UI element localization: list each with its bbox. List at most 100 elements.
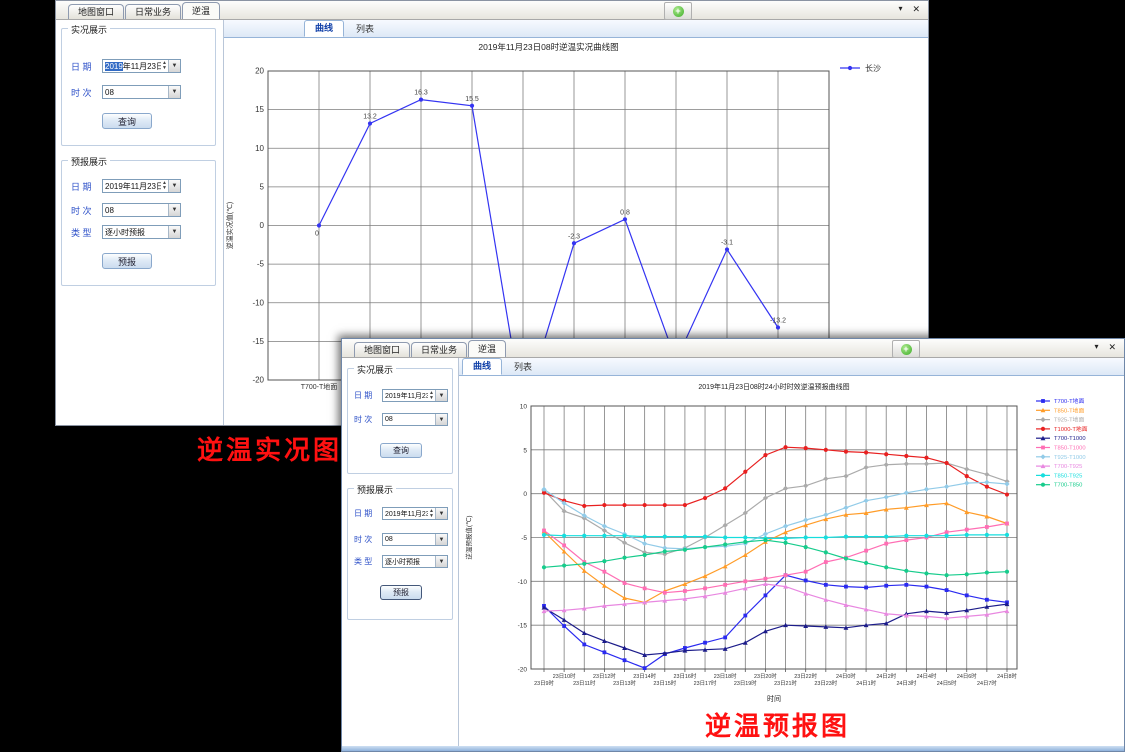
svg-text:16.3: 16.3 — [414, 90, 428, 97]
forecast-chart-area: -20-15-10-5051023日9时23日10时23日11时23日12时23… — [459, 376, 1124, 751]
forecast-button[interactable]: 预报 — [102, 253, 152, 269]
svg-text:23日10时: 23日10时 — [553, 672, 576, 680]
window1-tab-1[interactable]: 地图窗口 — [68, 4, 124, 19]
window2-tabstrip: 地图窗口日常业务逆温 + ▾ ✕ — [342, 339, 1124, 358]
date-label: 日 期 — [71, 60, 102, 73]
svg-text:-5: -5 — [521, 535, 527, 542]
live-display-group: 实况展示 日 期 2019年11月23日 ▲▼ ▼ 时 次 08 ▼ — [347, 368, 453, 474]
plus-icon: + — [901, 344, 912, 355]
svg-text:时间: 时间 — [767, 694, 781, 703]
svg-text:24日1时: 24日1时 — [856, 679, 876, 687]
svg-text:23日16时: 23日16时 — [674, 672, 697, 680]
forecast-date-field[interactable]: 2019年11月23日 ▲▼ ▼ — [382, 507, 448, 520]
svg-text:-10: -10 — [252, 298, 264, 307]
svg-text:23日11时: 23日11时 — [573, 679, 596, 687]
chevron-down-icon[interactable]: ▼ — [435, 534, 447, 545]
forecast-button[interactable]: 预报 — [380, 585, 422, 600]
svg-text:0.8: 0.8 — [620, 209, 630, 216]
window2-viewtab-2[interactable]: 列表 — [504, 360, 542, 375]
window2-viewtab-1[interactable]: 曲线 — [462, 358, 502, 375]
spinner-icon[interactable]: ▲▼ — [428, 509, 435, 519]
window1-sidebar: 实况展示 日 期 2019年11月23日 ▲▼ ▼ 时 次 08 ▼ — [56, 20, 224, 425]
svg-text:T700-T925: T700-T925 — [1054, 464, 1082, 470]
svg-text:20: 20 — [255, 67, 264, 76]
svg-text:T700-T1000: T700-T1000 — [1054, 436, 1086, 442]
svg-text:23日23时: 23日23时 — [814, 679, 837, 687]
collapse-icon[interactable]: ▾ — [898, 4, 902, 15]
svg-text:24日5时: 24日5时 — [937, 679, 957, 687]
window2-tab-3[interactable]: 逆温 — [468, 340, 506, 357]
forecast-date-field[interactable]: 2019年11月23日 ▲▼ ▼ — [102, 179, 181, 193]
desktop-background: 地图窗口日常业务逆温 + ▾ ✕ 实况展示 日 期 2019年11月23日 ▲▼ — [0, 0, 1125, 752]
forecast-time-dropdown[interactable]: 08 ▼ — [382, 533, 448, 546]
add-tab-button[interactable]: + — [892, 340, 920, 358]
date-value: 2019年11月23日 — [103, 61, 161, 72]
svg-text:-10: -10 — [518, 579, 528, 586]
window1-tabs: 地图窗口日常业务逆温 — [68, 2, 221, 19]
window2-view-tabs: 曲线列表 — [459, 358, 1124, 376]
svg-text:0: 0 — [523, 491, 527, 498]
collapse-icon[interactable]: ▾ — [1094, 342, 1098, 353]
type-label: 类 型 — [71, 226, 102, 239]
svg-text:24日8时: 24日8时 — [997, 672, 1017, 680]
svg-text:-15: -15 — [252, 337, 264, 346]
chevron-down-icon[interactable]: ▼ — [435, 556, 447, 567]
chevron-down-icon[interactable]: ▼ — [168, 180, 180, 192]
add-tab-button[interactable]: + — [664, 2, 692, 20]
query-button[interactable]: 查询 — [102, 113, 152, 129]
svg-text:T1000-T地面: T1000-T地面 — [1054, 425, 1088, 433]
svg-text:T925-T地面: T925-T地面 — [1054, 416, 1084, 424]
svg-text:23日12时: 23日12时 — [593, 672, 616, 680]
forecast-type-dropdown[interactable]: 逐小时预报 ▼ — [382, 555, 448, 568]
forecast-display-group: 预报展示 日 期 2019年11月23日 ▲▼ ▼ 时 次 08 ▼ — [61, 160, 216, 286]
close-icon[interactable]: ✕ — [1108, 342, 1116, 353]
svg-text:T850-T925: T850-T925 — [1054, 473, 1082, 479]
svg-text:23日14时: 23日14时 — [633, 672, 656, 680]
chevron-down-icon[interactable]: ▼ — [435, 390, 447, 401]
live-time-dropdown[interactable]: 08 ▼ — [382, 413, 448, 426]
svg-text:10: 10 — [520, 404, 528, 411]
svg-text:23日17时: 23日17时 — [694, 679, 717, 687]
window2-sidebar: 实况展示 日 期 2019年11月23日 ▲▼ ▼ 时 次 08 ▼ — [342, 358, 459, 751]
time-label: 时 次 — [354, 534, 382, 545]
window1-viewtab-1[interactable]: 曲线 — [304, 20, 344, 37]
svg-text:-13.2: -13.2 — [770, 317, 786, 324]
query-button[interactable]: 查询 — [380, 443, 422, 458]
close-icon[interactable]: ✕ — [912, 4, 920, 15]
window1-tab-3[interactable]: 逆温 — [182, 2, 220, 19]
forecast-type-dropdown[interactable]: 逐小时预报 ▼ — [102, 225, 181, 239]
window1-view-tabs: 曲线列表 — [224, 20, 928, 38]
chevron-down-icon[interactable]: ▼ — [435, 414, 447, 425]
forecast-time-dropdown[interactable]: 08 ▼ — [102, 203, 181, 217]
svg-text:逆温预报值(℃): 逆温预报值(℃) — [464, 515, 473, 559]
window1-tabstrip: 地图窗口日常业务逆温 + ▾ ✕ — [56, 1, 928, 20]
spinner-icon[interactable]: ▲▼ — [161, 61, 168, 71]
svg-text:24日7时: 24日7时 — [977, 679, 997, 687]
svg-text:15.5: 15.5 — [465, 96, 479, 103]
svg-text:23日21时: 23日21时 — [774, 679, 797, 687]
svg-text:23日19时: 23日19时 — [734, 679, 757, 687]
live-time-dropdown[interactable]: 08 ▼ — [102, 85, 181, 99]
window2-tab-2[interactable]: 日常业务 — [411, 342, 467, 357]
time-label: 时 次 — [354, 414, 382, 425]
live-date-field[interactable]: 2019年11月23日 ▲▼ ▼ — [382, 389, 448, 402]
svg-text:长沙: 长沙 — [865, 63, 881, 73]
svg-text:-3.1: -3.1 — [721, 239, 733, 246]
chevron-down-icon[interactable]: ▼ — [435, 508, 447, 519]
svg-text:T850-T1000: T850-T1000 — [1054, 446, 1086, 452]
svg-text:24日0时: 24日0时 — [836, 672, 856, 680]
live-date-field[interactable]: 2019年11月23日 ▲▼ ▼ — [102, 59, 181, 73]
window2-tab-1[interactable]: 地图窗口 — [354, 342, 410, 357]
window1-tab-2[interactable]: 日常业务 — [125, 4, 181, 19]
chevron-down-icon[interactable]: ▼ — [168, 226, 180, 238]
svg-text:-20: -20 — [518, 667, 528, 674]
chevron-down-icon[interactable]: ▼ — [168, 204, 180, 216]
date-label: 日 期 — [71, 180, 102, 193]
spinner-icon[interactable]: ▲▼ — [161, 181, 168, 191]
chevron-down-icon[interactable]: ▼ — [168, 86, 180, 98]
svg-text:5: 5 — [523, 447, 527, 454]
chevron-down-icon[interactable]: ▼ — [168, 60, 180, 72]
window1-viewtab-2[interactable]: 列表 — [346, 22, 384, 37]
svg-text:0: 0 — [315, 231, 319, 238]
spinner-icon[interactable]: ▲▼ — [428, 391, 435, 401]
